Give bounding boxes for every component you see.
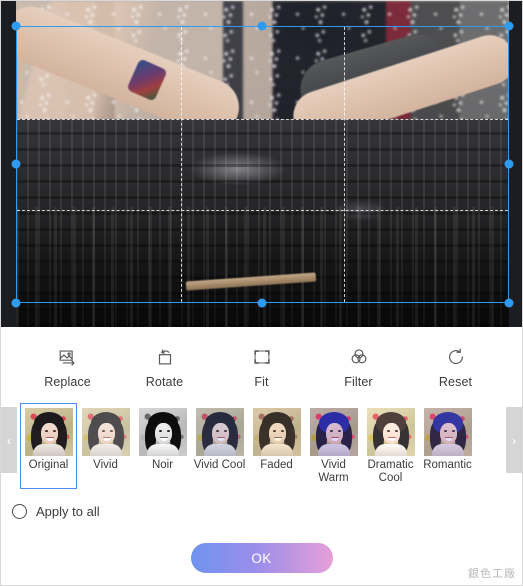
filter-thumb-label: Romantic (423, 459, 472, 471)
dialog-footer: OK 銀色工廠 (1, 531, 522, 585)
crop-handle-bottom-right[interactable] (504, 298, 514, 308)
photo-content (16, 1, 509, 327)
photo-city-model (16, 119, 509, 327)
crop-handle-middle-right[interactable] (504, 159, 514, 169)
filter-prev-arrow-icon[interactable]: ‹ (1, 407, 17, 473)
filter-thumb-label: Noir (151, 459, 174, 471)
filter-strip: ‹ Original Vivid Noir Vivid Cool Faded V… (1, 399, 522, 491)
filter-preview-image (24, 408, 73, 456)
filter-thumb-romantic[interactable]: Romantic (419, 403, 476, 489)
preview-photo[interactable] (16, 1, 509, 327)
filter-thumb-vivid-cool[interactable]: Vivid Cool (191, 403, 248, 489)
apply-to-all-label: Apply to all (36, 503, 100, 519)
filter-preview-image (366, 408, 415, 456)
apply-to-all-row[interactable]: Apply to all (1, 491, 522, 531)
crop-handle-bottom-left[interactable] (11, 298, 21, 308)
filter-preview-image (195, 408, 244, 456)
reset-button[interactable]: Reset (413, 346, 499, 389)
replace-label: Replace (44, 374, 91, 389)
filter-thumbnail-list: Original Vivid Noir Vivid Cool Faded Viv… (17, 403, 506, 489)
filter-preview-image (252, 408, 301, 456)
filter-thumb-dramatic-cool[interactable]: Dramatic Cool (362, 403, 419, 489)
filter-thumb-label: Vivid Cool (193, 459, 246, 471)
reset-label: Reset (438, 374, 473, 389)
filter-preview-image (81, 408, 130, 456)
crop-handle-top-center[interactable] (257, 21, 267, 31)
filter-preview-image (138, 408, 187, 456)
replace-image-icon (57, 346, 79, 368)
filter-thumb-label: Faded (260, 459, 293, 471)
ok-button[interactable]: OK (190, 543, 333, 573)
filter-venn-icon (348, 346, 370, 368)
photo-editor-dialog: Replace Rotate Fit Filter Reset ‹ Origin… (0, 0, 523, 586)
fit-label: Fit (254, 374, 269, 389)
rotate-label: Rotate (145, 374, 184, 389)
crop-handle-middle-left[interactable] (11, 159, 21, 169)
filter-thumb-label: Original (28, 459, 69, 471)
filter-thumb-label: Dramatic Cool (367, 459, 414, 484)
rotate-icon (154, 346, 176, 368)
rotate-button[interactable]: Rotate (122, 346, 208, 389)
filter-thumb-label: Vivid Warm (318, 459, 349, 484)
filter-button[interactable]: Filter (316, 346, 402, 389)
filter-thumb-faded[interactable]: Faded (248, 403, 305, 489)
fit-icon (251, 346, 273, 368)
filter-thumb-label: Vivid (93, 459, 118, 471)
watermark: 銀色工廠 (468, 567, 516, 580)
filter-next-arrow-icon[interactable]: › (506, 407, 522, 473)
replace-button[interactable]: Replace (25, 346, 111, 389)
filter-label: Filter (344, 374, 373, 389)
edit-toolbar: Replace Rotate Fit Filter Reset (1, 327, 522, 399)
filter-thumb-noir[interactable]: Noir (134, 403, 191, 489)
filter-thumb-vivid[interactable]: Vivid (77, 403, 134, 489)
filter-preview-image (423, 408, 472, 456)
fit-button[interactable]: Fit (219, 346, 305, 389)
apply-to-all-radio[interactable] (12, 503, 27, 519)
filter-thumb-original[interactable]: Original (20, 403, 77, 489)
reset-icon (445, 346, 467, 368)
crop-handle-bottom-center[interactable] (257, 298, 267, 308)
filter-thumb-vivid-warm[interactable]: Vivid Warm (305, 403, 362, 489)
crop-handle-top-left[interactable] (11, 21, 21, 31)
image-preview-stage[interactable] (1, 1, 522, 327)
filter-preview-image (309, 408, 358, 456)
crop-handle-top-right[interactable] (504, 21, 514, 31)
